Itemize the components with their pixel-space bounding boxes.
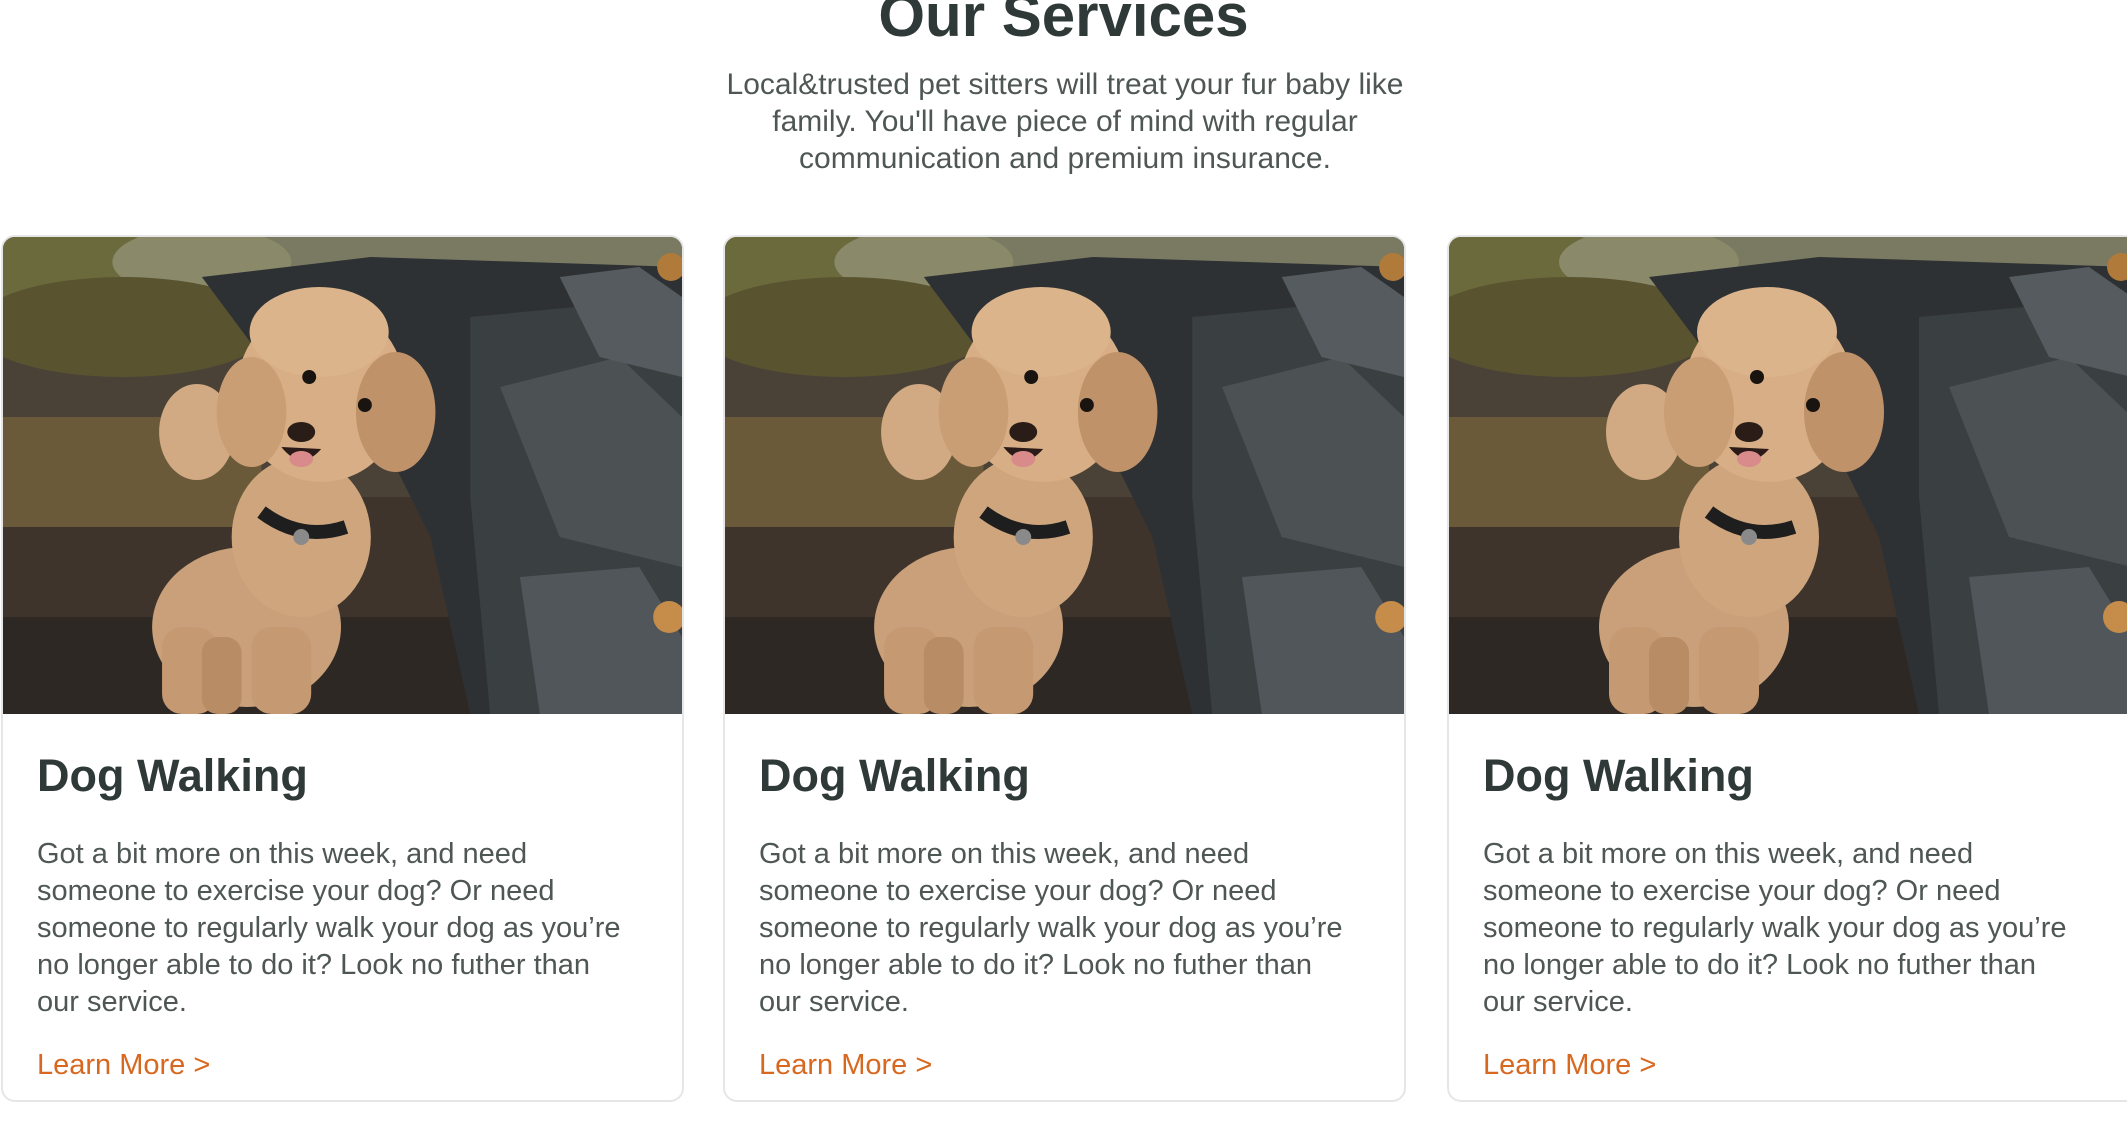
service-card-title: Dog Walking bbox=[759, 750, 1030, 801]
service-card-title: Dog Walking bbox=[1483, 750, 1754, 801]
service-card-description: Got a bit more on this week, and need so… bbox=[759, 838, 1343, 1018]
service-card: Dog Walking Got a bit more on this week,… bbox=[1, 235, 684, 1102]
service-card: Dog Walking Got a bit more on this week,… bbox=[1447, 235, 2127, 1102]
service-photo-dog bbox=[3, 237, 682, 714]
learn-more-link[interactable]: Learn More > bbox=[759, 1047, 932, 1083]
service-card-description: Got a bit more on this week, and need so… bbox=[37, 838, 621, 1018]
services-card-list: Dog Walking Got a bit more on this week,… bbox=[0, 235, 2127, 1105]
learn-more-link[interactable]: Learn More > bbox=[37, 1047, 210, 1083]
service-card-title: Dog Walking bbox=[37, 750, 308, 801]
service-card: Dog Walking Got a bit more on this week,… bbox=[723, 235, 1406, 1102]
section-title: Our Services bbox=[878, 0, 1249, 49]
section-subtitle: Local&trusted pet sitters will treat you… bbox=[726, 68, 1404, 175]
service-card-description: Got a bit more on this week, and need so… bbox=[1483, 838, 2067, 1018]
service-photo-dog bbox=[725, 237, 1404, 714]
service-photo-dog bbox=[1449, 237, 2127, 714]
learn-more-link[interactable]: Learn More > bbox=[1483, 1047, 1656, 1083]
